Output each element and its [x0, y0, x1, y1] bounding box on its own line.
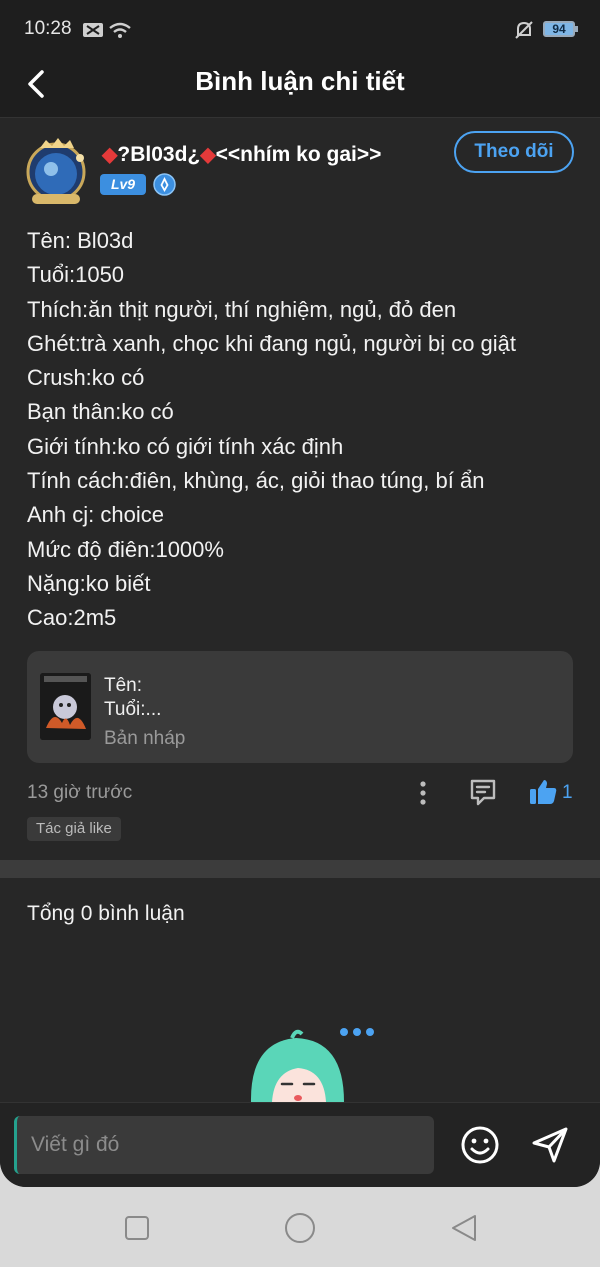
page-title: Bình luận chi tiết	[195, 66, 405, 96]
app-screen: 10:28 94 Bình luận chi tiết ◆?Bl03d¿◆<<n…	[0, 0, 600, 1187]
diamond-icon: ◆	[200, 144, 216, 166]
follow-button[interactable]: Theo dõi	[454, 131, 574, 173]
avatar[interactable]	[24, 136, 88, 206]
thumbs-up-icon[interactable]	[528, 777, 558, 807]
achievement-badge-icon	[153, 173, 176, 196]
content-line: Tên: Bl03d	[27, 228, 134, 253]
content-line: Nặng:ko biết	[27, 570, 151, 596]
emoji-icon[interactable]	[459, 1124, 501, 1166]
comment-composer	[0, 1102, 600, 1187]
draft-text-line: Tên:	[104, 675, 143, 696]
comment-input[interactable]	[14, 1116, 434, 1174]
system-navigation-bar	[0, 1187, 600, 1267]
content-line: Cao:2m5	[27, 605, 117, 631]
draft-text-line: Tuổi:...	[104, 699, 162, 720]
content-line: Thích:ăn thịt người, thí nghiệm, ngủ, đỏ…	[27, 296, 457, 322]
draft-thumbnail	[40, 673, 91, 740]
home-icon[interactable]	[284, 1212, 316, 1244]
wifi-icon	[109, 22, 131, 38]
diamond-icon: ◆	[102, 144, 118, 166]
comment-icon[interactable]	[468, 777, 498, 807]
nav-back-icon[interactable]	[450, 1213, 478, 1243]
send-icon[interactable]	[529, 1124, 571, 1166]
author-like-tag: Tác giả like	[27, 817, 121, 841]
top-bar: Bình luận chi tiết	[0, 62, 600, 118]
content-line: Tuổi:1050	[27, 262, 125, 288]
post-content: Tên: Bl03d Tuổi:1050 Thích:ăn thịt người…	[27, 224, 587, 636]
draft-status: Bản nháp	[104, 728, 186, 749]
battery-indicator: 94	[543, 21, 578, 37]
content-line: Tính cách:điên, khùng, ác, giỏi thao tún…	[27, 468, 485, 494]
like-count: 1	[562, 782, 573, 803]
mute-bell-icon	[515, 21, 533, 39]
content-line: Ghét:trà xanh, chọc khi đang ngủ, người …	[27, 330, 517, 356]
content-line: Mức độ điên:1000%	[27, 536, 224, 562]
content-line: Giới tính:ko có giới tính xác định	[27, 433, 344, 459]
draft-card[interactable]: Tên: Tuổi:... Bản nháp	[27, 651, 573, 763]
content-line: Anh cj: choice	[27, 502, 164, 528]
post-timestamp: 13 giờ trước	[27, 782, 133, 803]
notification-icon	[83, 23, 103, 37]
section-divider	[0, 860, 600, 878]
comment-count: Tổng 0 bình luận	[27, 902, 185, 925]
post-detail: ◆?Bl03d¿◆<<nhím ko gai>> Lv9 Theo dõi Tê…	[0, 118, 600, 860]
recent-apps-icon[interactable]	[124, 1215, 150, 1241]
content-line: Bạn thân:ko có	[27, 399, 174, 425]
status-bar: 10:28 94	[0, 0, 600, 62]
more-options-icon[interactable]	[413, 778, 433, 808]
empty-state-mascot	[250, 1028, 374, 1102]
username[interactable]: ◆?Bl03d¿◆<<nhím ko gai>>	[102, 142, 381, 167]
content-line: Crush:ko có	[27, 365, 145, 391]
level-badge: Lv9	[100, 174, 146, 195]
status-time: 10:28	[24, 18, 72, 39]
